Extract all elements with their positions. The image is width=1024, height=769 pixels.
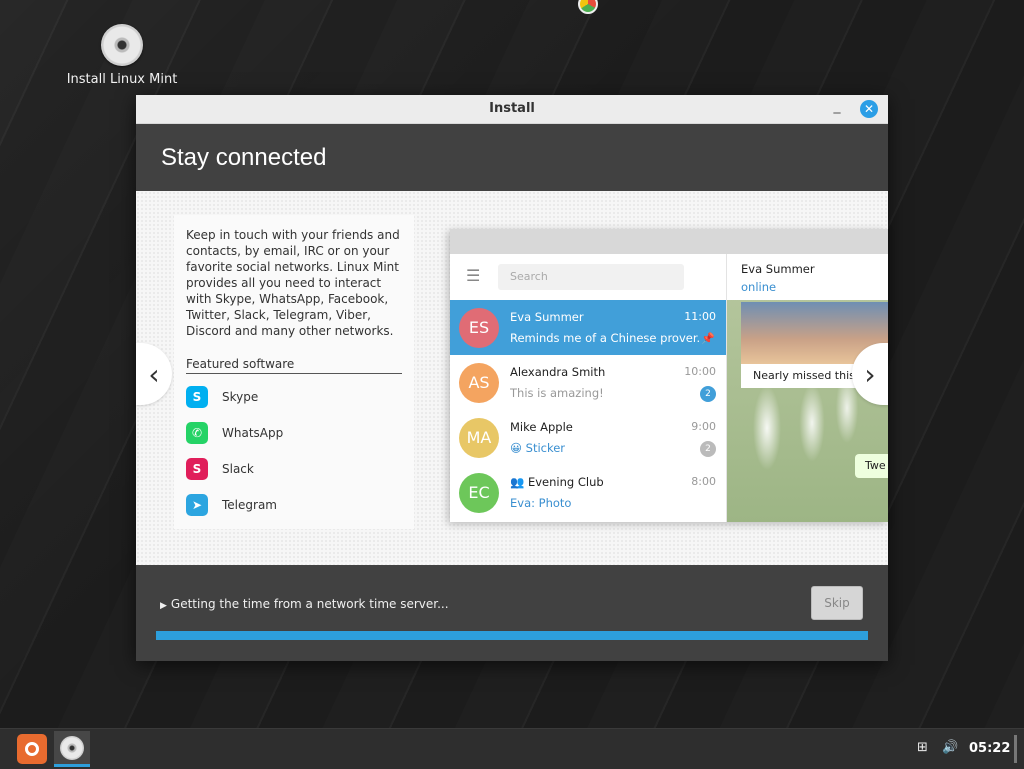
featured-app-skype: S Skype <box>186 383 402 410</box>
installer-window: Install _ ✕ Stay connected ‹ Keep in tou… <box>136 95 888 661</box>
chat-name: Mike Apple <box>510 420 573 434</box>
chat-name-text: Evening Club <box>527 475 604 489</box>
taskbar-installer-app[interactable] <box>54 731 90 767</box>
desktop-icon-install[interactable]: Install Linux Mint <box>62 24 182 87</box>
chat-name-text: Eva Summer <box>510 310 584 324</box>
slide-content: ‹ Keep in touch with your friends and co… <box>136 191 888 565</box>
chat-time: 10:00 <box>684 365 716 378</box>
featured-app-label: WhatsApp <box>222 425 284 440</box>
chat-name-text: Alexandra Smith <box>510 365 606 379</box>
chat-time: 8:00 <box>691 475 716 488</box>
chat-name: Eva Summer <box>510 310 584 324</box>
featured-app-label: Slack <box>222 461 254 476</box>
chat-preview: This is amazing! <box>510 386 604 400</box>
featured-app-label: Skype <box>222 389 259 404</box>
title-bar: Install _ ✕ <box>136 95 888 124</box>
chat-time: 9:00 <box>691 420 716 433</box>
search-row: ☰ Search <box>450 254 726 300</box>
featured-app-whatsapp: ✆ WhatsApp <box>186 419 402 446</box>
disc-icon <box>101 24 143 66</box>
description-text: Keep in touch with your friends and cont… <box>186 228 400 338</box>
chat-time: 11:00 <box>684 310 716 323</box>
expander-arrow-icon: ▶ <box>160 601 167 611</box>
avatar: MA <box>459 418 499 458</box>
message-bubble: Twe <box>855 454 888 478</box>
chat-preview: 😀 Sticker <box>510 441 566 455</box>
unread-badge: 2 <box>700 441 716 457</box>
network-icon[interactable]: ⊞ <box>917 740 928 755</box>
slack-icon: S <box>186 457 208 480</box>
clock[interactable]: 05:22 <box>969 741 1010 756</box>
close-button[interactable]: ✕ <box>860 100 878 118</box>
installer-footer: ▶ Getting the time from a network time se… <box>136 565 888 661</box>
chat-name: 👥 Evening Club <box>510 475 604 489</box>
previous-slide-button[interactable]: ‹ <box>136 343 172 405</box>
unread-badge: 2 <box>700 386 716 402</box>
telegram-screenshot: ☰ Search ES Eva Summer 11:00 Reminds me of … <box>450 229 888 522</box>
chat-item: ES Eva Summer 11:00 Reminds me of a Chinese… <box>450 300 726 355</box>
chat-name-text: Mike Apple <box>510 420 573 434</box>
search-input: Search <box>498 264 684 290</box>
status-line[interactable]: ▶ Getting the time from a network time se… <box>160 597 449 611</box>
minimize-button[interactable]: _ <box>828 99 846 117</box>
hamburger-icon: ☰ <box>466 266 481 285</box>
featured-app-telegram: ➤ Telegram <box>186 491 402 518</box>
whatsapp-icon: ✆ <box>186 421 208 444</box>
description-panel: Keep in touch with your friends and cont… <box>174 215 414 529</box>
group-icon: 👥 <box>510 475 528 489</box>
avatar: ES <box>459 308 499 348</box>
conversation-name: Eva Summer <box>741 262 815 276</box>
volume-icon[interactable]: 🔊 <box>942 740 958 755</box>
mint-menu-icon <box>25 742 39 756</box>
top-app-dot <box>578 0 598 14</box>
conversation-header: Eva Summer online <box>727 254 888 300</box>
slide-title: Stay connected <box>161 144 327 171</box>
unread-badge: 📌 <box>701 332 715 345</box>
progress-fill <box>156 631 868 640</box>
disc-icon <box>60 735 84 760</box>
taskbar: ⊞ 🔊 05:22 <box>0 728 1024 769</box>
menu-button[interactable] <box>17 734 47 764</box>
window-title: Install <box>489 101 535 116</box>
chat-name: Alexandra Smith <box>510 365 605 379</box>
featured-app-label: Telegram <box>222 497 277 512</box>
telegram-titlebar <box>450 229 888 254</box>
telegram-icon: ➤ <box>186 493 208 516</box>
chat-item: EC 👥 Evening Club 8:00 Eva: Photo <box>450 465 726 520</box>
slide-header: Stay connected <box>136 124 888 191</box>
featured-list: S Skype ✆ WhatsApp S Slack ➤ Telegram <box>174 383 414 518</box>
status-text: Getting the time from a network time ser… <box>170 597 449 611</box>
chat-list-pane: ☰ Search ES Eva Summer 11:00 Reminds me of … <box>450 254 727 522</box>
progress-bar <box>156 631 868 640</box>
desktop-icon-label: Install Linux Mint <box>66 72 178 87</box>
skype-icon: S <box>186 385 208 408</box>
chat-list: ES Eva Summer 11:00 Reminds me of a Chinese… <box>450 300 726 520</box>
featured-heading: Featured software <box>186 357 402 374</box>
chat-preview: Reminds me of a Chinese prover... <box>510 331 700 345</box>
chat-item: AS Alexandra Smith 10:00 This is amazing! 2 <box>450 355 726 410</box>
show-desktop-button[interactable] <box>1014 735 1017 763</box>
skip-button[interactable]: Skip <box>811 586 863 620</box>
conversation-status: online <box>741 280 777 294</box>
chat-preview: Eva: Photo <box>510 496 572 510</box>
avatar: EC <box>459 473 499 513</box>
avatar: AS <box>459 363 499 403</box>
featured-app-slack: S Slack <box>186 455 402 482</box>
chat-item: MA Mike Apple 9:00 😀 Sticker 2 <box>450 410 726 465</box>
